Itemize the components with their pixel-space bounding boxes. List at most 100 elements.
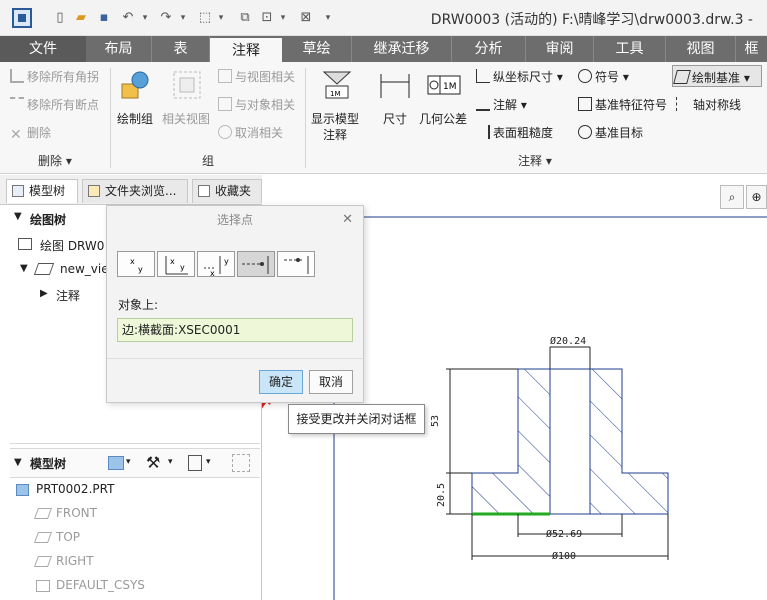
redo-icon[interactable]: ↷ xyxy=(158,9,174,27)
tree-item-front[interactable]: FRONT xyxy=(56,506,97,520)
list-dropdown-icon[interactable]: ▾ xyxy=(206,457,211,467)
geometric-tolerance-button[interactable]: 几何公差 xyxy=(419,110,467,127)
related-to-object-button[interactable]: 与对象相关 xyxy=(218,96,295,113)
tab-sketch[interactable]: 草绘 xyxy=(282,36,352,62)
tree-item-top[interactable]: TOP xyxy=(56,530,80,544)
draw-datum-button[interactable]: 绘制基准 ▾ xyxy=(672,65,762,87)
ribbon: 移除所有角拐 移除所有断点 ✕ 删除 删除 ▾ 绘制组 相关视图 与视图相关 与对… xyxy=(0,62,767,174)
regenerate-icon[interactable]: ⧉ xyxy=(236,9,254,27)
view-icon xyxy=(33,263,55,275)
related-to-view-button[interactable]: 与视图相关 xyxy=(218,68,295,85)
settings-dropdown-icon[interactable]: ▾ xyxy=(168,457,173,467)
point-type-button-1[interactable]: xy xyxy=(117,251,155,277)
show-model-annotation-button[interactable]: 显示模型 xyxy=(311,110,359,127)
new-file-icon[interactable]: ▯ xyxy=(52,9,68,27)
dimension-icon xyxy=(378,68,412,102)
point-type-button-3[interactable]: xy xyxy=(197,251,235,278)
related-view-button[interactable]: 相关视图 xyxy=(162,110,210,127)
redo-dropdown-icon[interactable]: ▾ xyxy=(178,9,188,27)
dim-top-label[interactable]: Ø20.24 xyxy=(550,335,586,347)
tree-item-drawing[interactable]: 绘图 DRW0 xyxy=(40,237,104,254)
datum-target-button[interactable]: 基准目标 xyxy=(578,124,643,141)
dim-52-label[interactable]: Ø52.69 xyxy=(546,528,582,540)
tree-item-part[interactable]: PRT0002.PRT xyxy=(36,482,114,496)
delete-button[interactable]: ✕ 删除 xyxy=(10,124,51,142)
open-folder-icon[interactable]: ▰ xyxy=(72,9,90,27)
tab-folder-browser[interactable]: 文件夹浏览... xyxy=(82,179,188,203)
geometric-tolerance-icon: 1M xyxy=(424,68,464,102)
undo-icon[interactable]: ↶ xyxy=(120,9,136,27)
draw-group-button[interactable]: 绘制组 xyxy=(117,110,153,127)
tab-legacy-migration[interactable]: 继承迁移 xyxy=(352,36,452,62)
point-free-button[interactable] xyxy=(277,251,315,277)
app-icon[interactable] xyxy=(12,8,32,28)
expand-view-icon[interactable]: ▼ xyxy=(20,263,28,274)
section-hatch xyxy=(590,369,622,514)
list-icon[interactable] xyxy=(188,455,202,471)
point-on-object-button[interactable] xyxy=(237,251,275,277)
windows-dropdown-icon[interactable]: ▾ xyxy=(278,9,288,27)
related-view-icon xyxy=(170,68,204,102)
window-title: DRW0003 (活动的) F:\晴峰学习\drw0003.drw.3 - xyxy=(430,12,753,28)
related-to-view-icon xyxy=(218,69,232,83)
point-xy-icon: xy xyxy=(130,257,143,274)
point-type-button-2[interactable]: xy xyxy=(157,251,195,277)
tree-item-annotation[interactable]: 注释 xyxy=(56,287,80,304)
surface-finish-button[interactable]: 表面粗糙度 xyxy=(476,124,553,141)
tree-item-right[interactable]: RIGHT xyxy=(56,554,94,568)
dimension-button[interactable]: 尺寸 xyxy=(383,110,407,127)
axis-symmetry-button[interactable]: 轴对称线 xyxy=(676,96,741,113)
part-icon xyxy=(16,484,29,496)
show-icon[interactable] xyxy=(108,456,124,470)
tab-frame[interactable]: 框 xyxy=(736,36,767,62)
tab-review[interactable]: 审阅 xyxy=(526,36,594,62)
symbol-icon xyxy=(578,69,592,83)
tab-analysis[interactable]: 分析 xyxy=(452,36,526,62)
dim-20-5-label[interactable]: 20.5 xyxy=(436,483,447,507)
title-bar: ▯ ▰ ▪ ↶ ▾ ↷ ▾ ⬚ ▾ ⧉ ⊡ ▾ ⊠ ▾ DRW0003 (活动的… xyxy=(0,0,767,36)
collapse-drawing-tree-icon[interactable]: ▼ xyxy=(14,211,22,222)
cancel-button[interactable]: 取消 xyxy=(309,370,353,394)
ordinate-dimension-icon xyxy=(476,69,490,83)
point-vertex-icon: xy xyxy=(204,256,229,278)
dim-100-label[interactable]: Ø100 xyxy=(552,550,576,562)
close-icon[interactable]: ✕ xyxy=(342,212,353,227)
tab-annotate[interactable]: 注释 xyxy=(210,36,282,62)
symbol-button[interactable]: 符号 ▾ xyxy=(578,68,629,85)
undo-dropdown-icon[interactable]: ▾ xyxy=(140,9,150,27)
object-selection-field[interactable]: 边:横截面:XSEC0001 xyxy=(117,318,353,342)
delete-group-label[interactable]: 删除 ▾ xyxy=(38,152,72,169)
remove-all-angles-button[interactable]: 移除所有角拐 xyxy=(10,68,99,85)
tab-view[interactable]: 视图 xyxy=(666,36,736,62)
tree-item-new-view[interactable]: new_vie xyxy=(60,262,109,276)
tab-model-tree[interactable]: 模型树 xyxy=(6,179,78,203)
remove-all-breaks-button[interactable]: 移除所有断点 xyxy=(10,96,99,113)
collapse-model-tree-icon[interactable]: ▼ xyxy=(14,457,22,468)
tab-tools[interactable]: 工具 xyxy=(594,36,666,62)
settings-tool-icon[interactable]: ⚒ xyxy=(146,453,160,472)
datum-feature-symbol-button[interactable]: 基准特征符号 xyxy=(578,96,667,113)
cancel-related-button[interactable]: 取消相关 xyxy=(218,124,283,141)
close-window-icon[interactable]: ⊠ xyxy=(298,9,314,27)
filter-icon[interactable] xyxy=(232,454,250,472)
divider xyxy=(10,443,260,444)
tab-file[interactable]: 文件 xyxy=(0,36,86,62)
show-model-annotation-icon: 1M xyxy=(320,68,354,102)
windows-icon[interactable]: ⊡ xyxy=(258,9,276,27)
show-dropdown-icon[interactable]: ▾ xyxy=(126,457,131,467)
ok-button[interactable]: 确定 xyxy=(259,370,303,394)
ordinate-dimension-button[interactable]: 纵坐标尺寸 ▾ xyxy=(476,68,563,85)
note-button[interactable]: 注解 ▾ xyxy=(476,96,527,113)
dim-53-label[interactable]: 53 xyxy=(430,415,441,427)
tab-favorites[interactable]: 收藏夹 xyxy=(192,179,262,203)
tab-table[interactable]: 表 xyxy=(152,36,210,62)
tab-layout[interactable]: 布局 xyxy=(86,36,152,62)
customize-toolbar-icon[interactable]: ▾ xyxy=(322,9,334,27)
select-dropdown-icon[interactable]: ▾ xyxy=(216,9,226,27)
save-icon[interactable]: ▪ xyxy=(96,9,112,27)
tree-item-default-csys[interactable]: DEFAULT_CSYS xyxy=(56,578,145,592)
annotation-group-label[interactable]: 注释 ▾ xyxy=(518,152,552,169)
expand-annotation-icon[interactable]: ▶ xyxy=(40,288,48,299)
select-box-icon[interactable]: ⬚ xyxy=(196,9,214,27)
model-tree-toolbar: ▼ 模型树 ▾ ⚒ ▾ ▾ xyxy=(10,448,260,478)
